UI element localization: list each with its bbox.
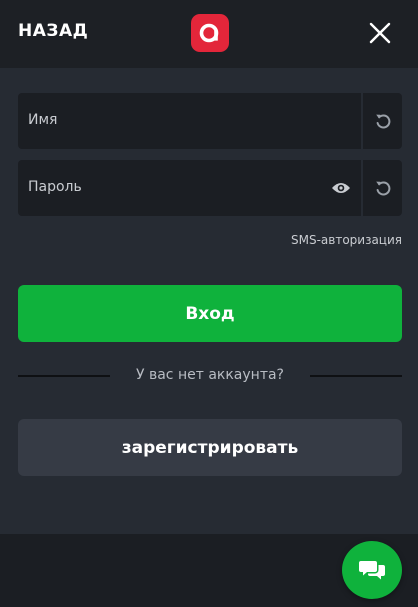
login-button[interactable]: Вход [18, 285, 402, 342]
undo-icon [375, 114, 390, 129]
close-icon[interactable] [365, 18, 395, 48]
back-button[interactable]: НАЗАД [18, 21, 88, 41]
chat-button[interactable] [342, 541, 402, 599]
divider-line-right [310, 375, 402, 377]
brand-logo-icon [191, 14, 229, 52]
password-field: Пароль [18, 160, 402, 216]
register-button[interactable]: зарегистрировать [18, 419, 402, 476]
top-bar: НАЗАД [0, 0, 418, 68]
name-field: Имя [18, 93, 402, 149]
name-input[interactable]: Имя [18, 93, 361, 149]
name-placeholder: Имя [28, 112, 58, 128]
name-reset-button[interactable] [363, 93, 402, 149]
password-placeholder: Пароль [28, 179, 82, 195]
eye-icon[interactable] [330, 179, 352, 197]
undo-icon [375, 181, 390, 196]
password-reset-button[interactable] [363, 160, 402, 216]
password-input[interactable]: Пароль [18, 160, 361, 216]
sms-auth-link[interactable]: SMS-авторизация [291, 233, 402, 247]
chat-bubbles-icon [359, 561, 385, 580]
no-account-divider: У вас нет аккаунта? [18, 366, 402, 386]
